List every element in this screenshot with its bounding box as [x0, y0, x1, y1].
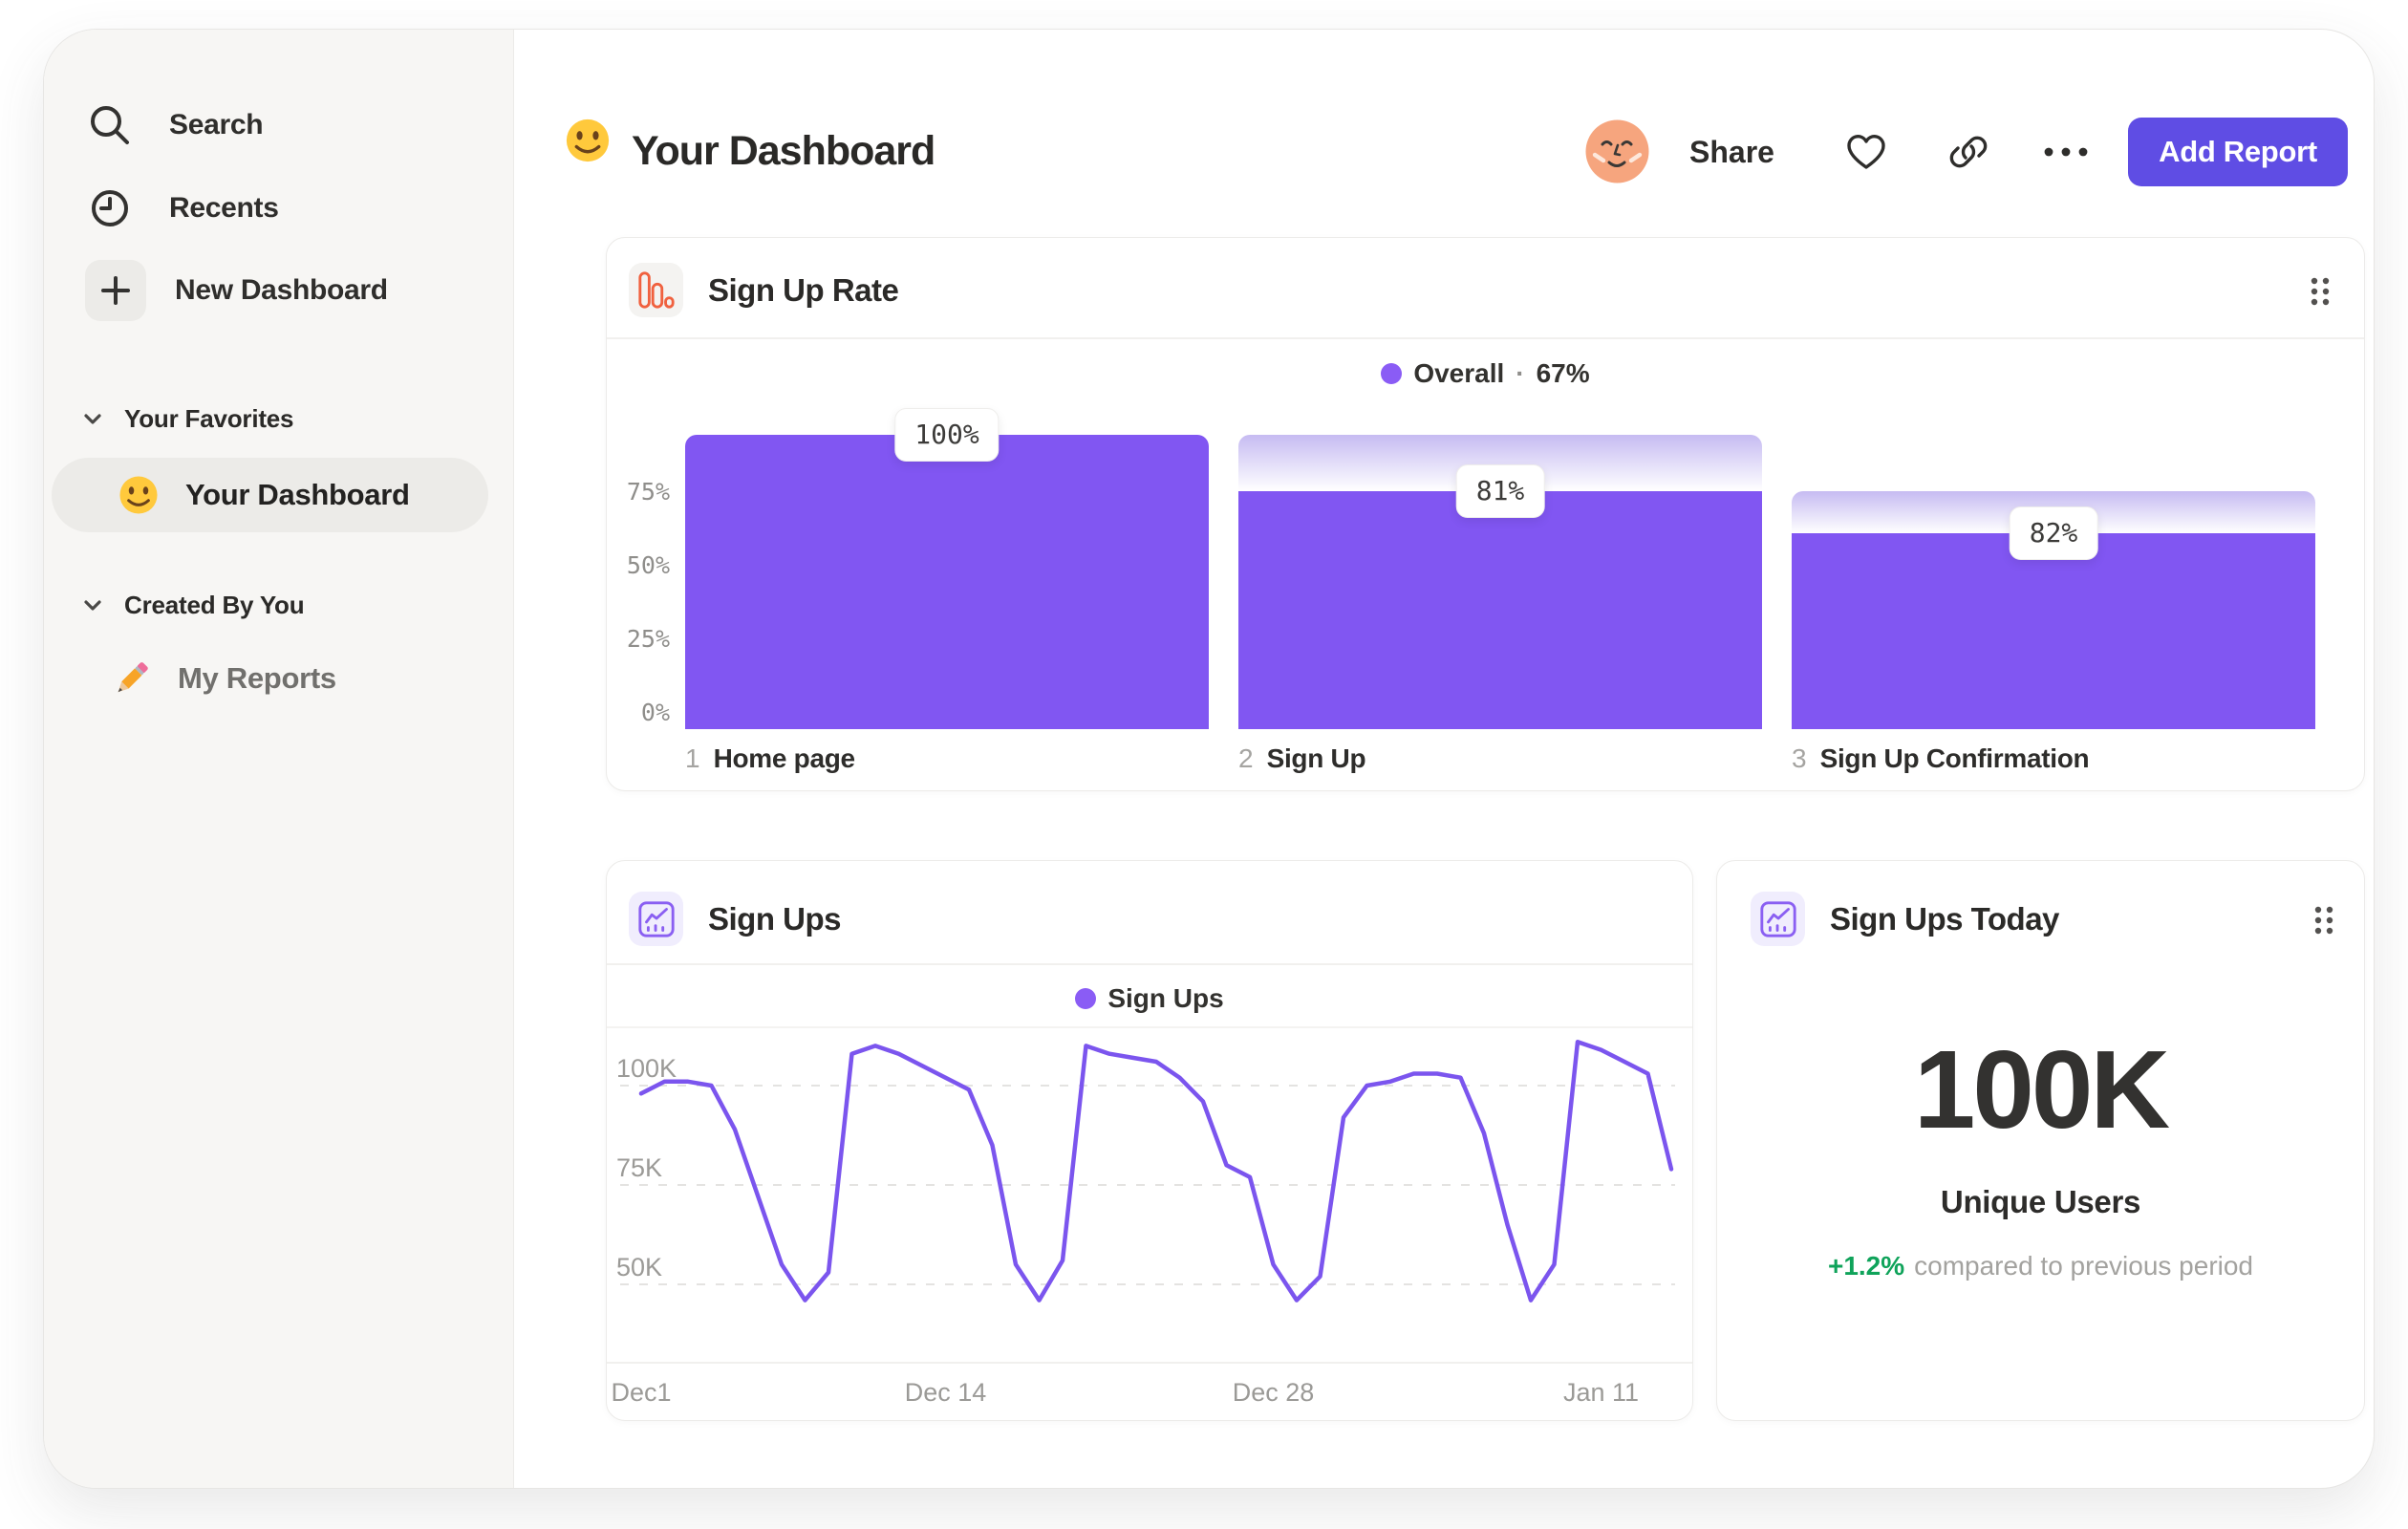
- page-title: Your Dashboard: [632, 127, 935, 174]
- favorite-button[interactable]: [1844, 131, 1888, 173]
- heart-icon: [1847, 135, 1885, 169]
- title-emoji: [563, 116, 620, 173]
- funnel-bar[interactable]: [1238, 490, 1762, 729]
- card-title: Sign Ups: [708, 900, 842, 937]
- line-legend[interactable]: Sign Ups: [607, 983, 1692, 1014]
- step-number: 3: [1792, 743, 1807, 773]
- line-y-tick-label: 100K: [616, 1054, 677, 1083]
- plus-icon: [85, 260, 146, 321]
- sidebar-section-your-favorites[interactable]: Your Favorites: [82, 399, 294, 438]
- smiley-emoji: [119, 476, 158, 514]
- sidebar-item-recents[interactable]: Recents: [85, 180, 279, 237]
- avatar[interactable]: [1585, 119, 1649, 183]
- step-number: 2: [1238, 743, 1254, 773]
- card-title: Sign Ups Today: [1830, 900, 2059, 937]
- sign-ups-card: Sign Ups Sign Ups 100K 75K 50K Dec1 Dec 14 D…: [606, 860, 1693, 1421]
- section-label: Created By You: [124, 590, 305, 619]
- line-x-tick-label: Dec 28: [1232, 1378, 1315, 1407]
- funnel-bar[interactable]: [1792, 533, 2315, 729]
- pencil-emoji: [118, 662, 148, 693]
- chevron-down-icon: [84, 600, 101, 611]
- sidebar-item-search[interactable]: Search: [85, 97, 264, 154]
- funnel-y-tick-label: 75%: [626, 478, 670, 506]
- link-icon: [1949, 136, 1988, 168]
- sidebar-item-new-dashboard[interactable]: New Dashboard: [85, 260, 388, 321]
- divider: [607, 1362, 1692, 1364]
- sidebar: Search Recents New Dashboard Your Favori…: [44, 30, 514, 1488]
- divider: [607, 963, 1692, 965]
- drag-handle-icon[interactable]: [2310, 901, 2338, 939]
- funnel-category-label: 1 Home page: [685, 743, 855, 775]
- line-x-tick-label: Dec 14: [904, 1378, 987, 1407]
- funnel-value-badge: 100%: [894, 408, 1000, 462]
- dashboard-page: Search Recents New Dashboard Your Favori…: [0, 0, 2408, 1529]
- app-window: Search Recents New Dashboard Your Favori…: [43, 29, 2375, 1489]
- legend-label: Sign Ups: [1107, 983, 1224, 1013]
- step-name: Home page: [713, 743, 856, 773]
- avatar-face-icon: [1585, 119, 1649, 183]
- funnel-bar[interactable]: [685, 435, 1209, 729]
- clock-icon: [92, 190, 128, 226]
- line-y-tick-label: 50K: [616, 1253, 663, 1281]
- sidebar-item-label: Recents: [169, 192, 279, 224]
- chevron-down-icon: [84, 414, 101, 424]
- search-icon: [91, 106, 129, 144]
- sidebar-item-my-reports[interactable]: My Reports: [109, 650, 336, 707]
- sign-ups-today-card: Sign Ups Today 100K Unique Users +1.2% co…: [1716, 860, 2365, 1421]
- funnel-y-tick-label: 0%: [640, 699, 670, 726]
- sidebar-item-your-dashboard[interactable]: Your Dashboard: [52, 458, 488, 532]
- funnel-category-label: 3 Sign Up Confirmation: [1792, 743, 2090, 775]
- sidebar-item-label: Search: [169, 109, 264, 140]
- sidebar-section-created-by-you[interactable]: Created By You: [82, 586, 305, 624]
- copy-link-button[interactable]: [1947, 131, 1989, 173]
- step-name: Sign Up Confirmation: [1819, 743, 2090, 773]
- line-x-tick-label: Jan 11: [1562, 1378, 1640, 1407]
- funnel-plot: 75% 50% 25% 0% 100% 1 Home page 81% 2 Sign Up 82% 3…: [607, 238, 2364, 790]
- line-chart-icon: [629, 892, 683, 946]
- add-report-button[interactable]: Add Report: [2128, 118, 2348, 186]
- line-x-tick-label: Dec1: [611, 1378, 672, 1407]
- section-label: Your Favorites: [124, 403, 294, 433]
- more-options-icon: [2044, 147, 2088, 157]
- sign-up-rate-card: Sign Up Rate Overall · 67% 75% 50% 25% 0% 10…: [606, 237, 2365, 791]
- sidebar-item-label: My Reports: [178, 661, 336, 695]
- legend-dot: [1075, 988, 1097, 1009]
- sidebar-item-label: New Dashboard: [175, 274, 388, 306]
- step-name: Sign Up: [1266, 743, 1366, 773]
- metric-label: Unique Users: [1940, 1184, 2141, 1219]
- share-button[interactable]: Share: [1689, 125, 1774, 179]
- step-number: 1: [685, 743, 700, 773]
- metric-delta: +1.2% compared to previous period: [1717, 1251, 2364, 1281]
- more-options-button[interactable]: [2039, 140, 2093, 163]
- delta-label: compared to previous period: [1914, 1251, 2254, 1281]
- smiley-emoji: [566, 118, 610, 162]
- funnel-value-badge: 82%: [2009, 506, 2098, 561]
- metric-value: 100K: [1913, 1027, 2170, 1152]
- sidebar-item-label: Your Dashboard: [185, 478, 410, 511]
- funnel-value-badge: 81%: [1455, 463, 1545, 518]
- divider: [607, 1026, 1692, 1028]
- delta-value: +1.2%: [1827, 1251, 1905, 1281]
- funnel-y-tick-label: 50%: [626, 551, 670, 579]
- line-chart-plot[interactable]: [618, 1029, 1679, 1364]
- funnel-y-tick-label: 25%: [626, 625, 670, 653]
- sign-ups-line-series[interactable]: [638, 1039, 1674, 1303]
- funnel-category-label: 2 Sign Up: [1238, 743, 1366, 775]
- line-chart-icon: [1751, 892, 1805, 946]
- line-y-tick-label: 75K: [616, 1153, 663, 1182]
